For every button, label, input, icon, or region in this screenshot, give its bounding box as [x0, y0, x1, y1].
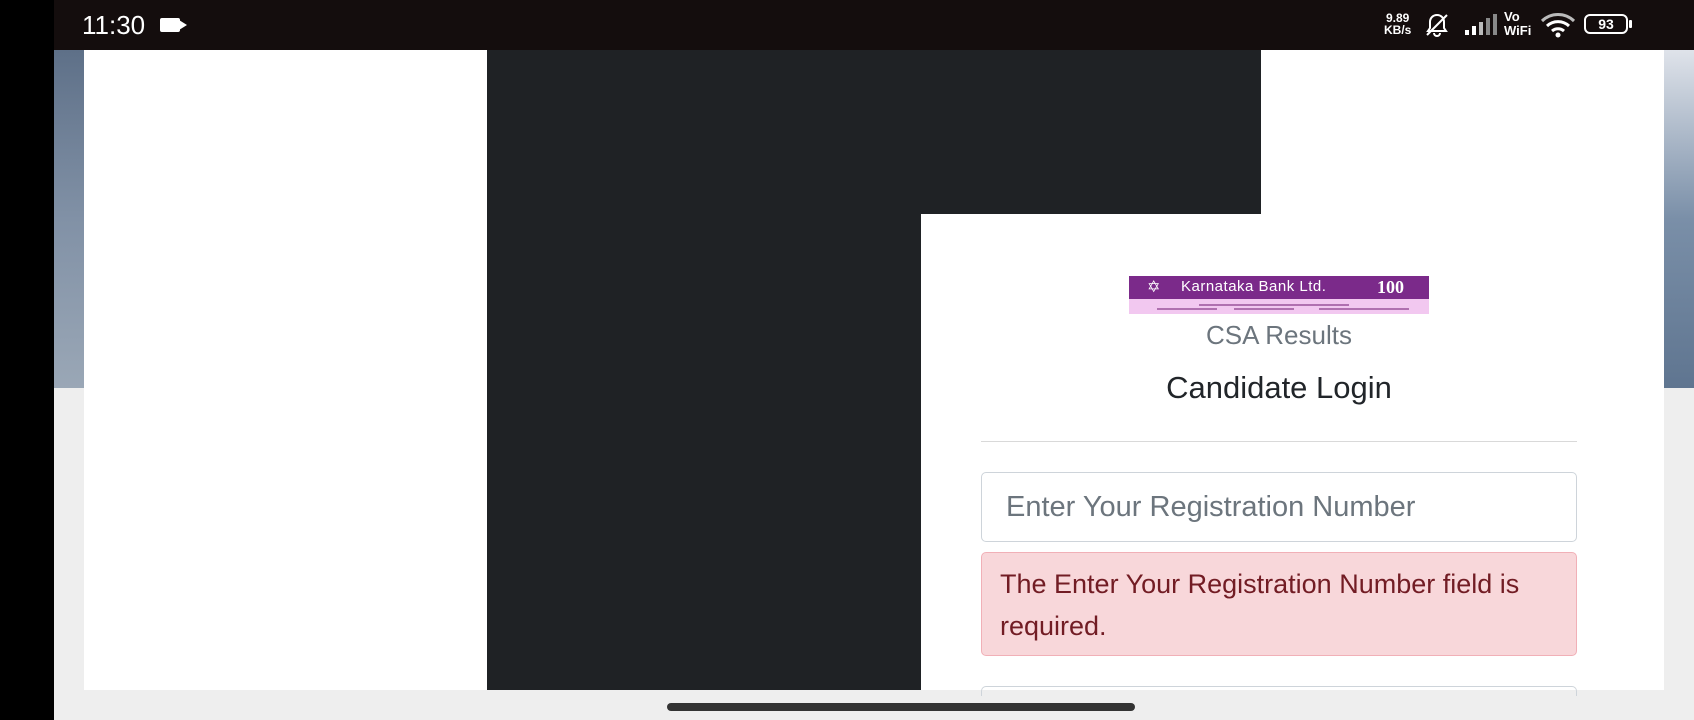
mute-bell-icon — [1426, 13, 1448, 37]
logo-address-strip — [1129, 299, 1429, 314]
gesture-home-bar[interactable] — [667, 703, 1135, 711]
anniversary-mark: 100 — [1377, 277, 1404, 297]
validation-error-alert: The Enter Your Registration Number field… — [981, 552, 1577, 656]
bank-name: Karnataka Bank Ltd. — [1181, 278, 1327, 295]
status-bar: 11:30 9.89 KB/s Vo WiFi 93 — [54, 0, 1694, 50]
network-speed-unit: KB/s — [1384, 23, 1412, 37]
background-image-left — [54, 50, 84, 388]
star-of-david-icon: ✡ — [1147, 277, 1161, 296]
dark-panel: ✡ Karnataka Bank Ltd. 100 CSA Results Ca… — [487, 50, 1637, 696]
left-edge-strip — [0, 0, 54, 720]
page-title: Candidate Login — [1166, 370, 1392, 405]
browser-content: ✡ Karnataka Bank Ltd. 100 CSA Results Ca… — [54, 50, 1694, 720]
wifi-icon — [1540, 13, 1576, 38]
background-image-right — [1664, 50, 1694, 388]
page-body: ✡ Karnataka Bank Ltd. 100 CSA Results Ca… — [84, 50, 1664, 696]
video-camera-icon — [160, 18, 187, 32]
page-subtitle: CSA Results — [1206, 320, 1352, 350]
login-card: ✡ Karnataka Bank Ltd. 100 CSA Results Ca… — [921, 214, 1637, 696]
battery-indicator: 93 — [1584, 14, 1632, 34]
divider — [981, 441, 1577, 442]
vowifi-top: Vo — [1504, 9, 1520, 24]
vowifi-indicator: Vo WiFi — [1504, 10, 1531, 38]
status-time: 11:30 — [82, 10, 146, 40]
registration-number-input[interactable] — [981, 472, 1577, 542]
bank-logo: ✡ Karnataka Bank Ltd. 100 — [1129, 276, 1429, 314]
next-form-field[interactable] — [981, 686, 1577, 696]
cell-signal-icon — [1465, 14, 1497, 35]
vowifi-bottom: WiFi — [1504, 23, 1532, 38]
network-speed: 9.89 KB/s — [1384, 12, 1411, 36]
